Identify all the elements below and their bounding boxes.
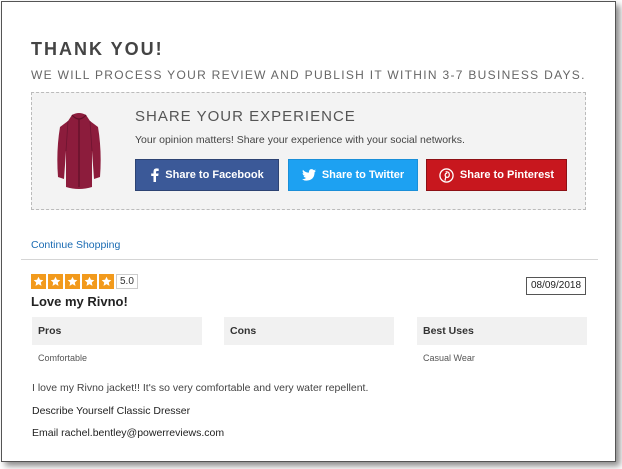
- review-headline: Love my Rivno!: [31, 294, 128, 309]
- star-icon: [31, 274, 46, 289]
- review-body: I love my Rivno jacket!! It's so very co…: [32, 382, 369, 394]
- product-image: [57, 113, 101, 189]
- thank-you-title: THANK YOU!: [31, 39, 164, 59]
- pinterest-icon: [439, 167, 454, 183]
- pros-header: Pros: [32, 317, 202, 345]
- review-confirmation-panel: THANK YOU! WE WILL PROCESS YOUR REVIEW A…: [1, 1, 616, 462]
- best-uses-value: Casual Wear: [423, 353, 475, 363]
- share-pinterest-button[interactable]: Share to Pinterest: [426, 159, 567, 191]
- facebook-icon: [150, 168, 159, 182]
- pros-value: Comfortable: [38, 353, 88, 363]
- share-twitter-button[interactable]: Share to Twitter: [288, 159, 418, 191]
- share-twitter-label: Share to Twitter: [321, 169, 405, 181]
- best-uses-header: Best Uses: [417, 317, 587, 345]
- thank-you-subtitle: WE WILL PROCESS YOUR REVIEW AND PUBLISH …: [31, 68, 586, 82]
- star-icon: [65, 274, 80, 289]
- rating-value: 5.0: [116, 274, 138, 289]
- share-title: SHARE YOUR EXPERIENCE: [135, 108, 356, 125]
- share-facebook-button[interactable]: Share to Facebook: [135, 159, 279, 191]
- share-experience-box: SHARE YOUR EXPERIENCE Your opinion matte…: [31, 92, 586, 210]
- review-date: 08/09/2018: [526, 277, 586, 295]
- twitter-icon: [301, 169, 316, 181]
- star-rating: [31, 274, 114, 289]
- continue-shopping-link[interactable]: Continue Shopping: [31, 239, 120, 251]
- star-icon: [99, 274, 114, 289]
- cons-header: Cons: [224, 317, 394, 345]
- reviewer-email: Email rachel.bentley@powerreviews.com: [32, 427, 225, 439]
- share-pinterest-label: Share to Pinterest: [459, 169, 555, 181]
- share-facebook-label: Share to Facebook: [165, 169, 264, 181]
- star-icon: [82, 274, 97, 289]
- describe-yourself: Describe Yourself Classic Dresser: [32, 405, 191, 417]
- section-divider: [21, 259, 598, 260]
- share-description: Your opinion matters! Share your experie…: [135, 134, 465, 146]
- star-icon: [48, 274, 63, 289]
